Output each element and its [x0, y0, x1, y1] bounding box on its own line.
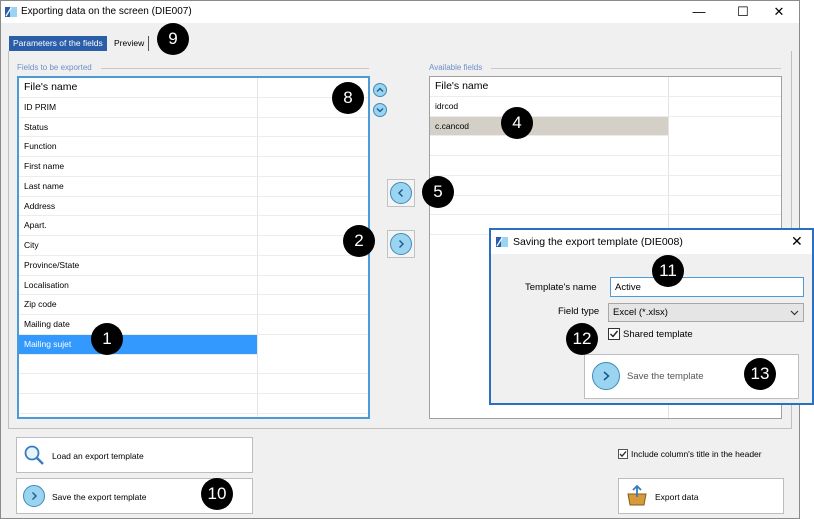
chevron-left-icon: [390, 182, 412, 204]
fields-to-export-label: Fields to be exported: [17, 63, 92, 72]
export-data-label: Export data: [655, 492, 699, 502]
list-item[interactable]: Function: [19, 137, 368, 157]
list-item[interactable]: Apart.: [19, 216, 368, 236]
save-template-label: Save the template: [627, 371, 704, 382]
empty-row: [19, 355, 368, 375]
include-titles-checkbox[interactable]: [618, 449, 628, 459]
empty-row: [19, 374, 368, 394]
window-title: Exporting data on the screen (DIE007): [21, 6, 192, 17]
save-export-template-label: Save the export template: [52, 492, 147, 502]
empty-row: [430, 176, 781, 196]
include-titles-label: Include column's title in the header: [631, 449, 762, 459]
dialog-title: Saving the export template (DIE008): [513, 236, 683, 248]
maximize-button[interactable]: ☐: [727, 1, 759, 23]
chevron-right-icon: [390, 233, 412, 255]
field-type-select[interactable]: Excel (*.xlsx): [608, 303, 804, 322]
list-item[interactable]: ID PRIM: [19, 98, 368, 118]
move-left-button[interactable]: [387, 179, 415, 207]
callout-marker: 10: [201, 478, 233, 510]
load-template-label: Load an export template: [52, 451, 144, 461]
tab-parameters[interactable]: Parameters of the fields: [9, 36, 107, 51]
app-icon: [5, 6, 17, 18]
list-header: File's name: [19, 78, 368, 98]
list-item[interactable]: Localisation: [19, 276, 368, 296]
list-item[interactable]: City: [19, 236, 368, 256]
checkmark-icon: [610, 330, 619, 338]
chevron-right-icon: [592, 362, 620, 390]
checkmark-icon: [619, 451, 627, 458]
empty-row: [430, 156, 781, 176]
chevron-down-icon: [790, 310, 799, 316]
list-item-selected[interactable]: Mailing sujet: [19, 334, 257, 355]
template-name-label: Template's name: [525, 282, 597, 293]
close-button[interactable]: ✕: [763, 1, 795, 23]
field-type-value: Excel (*.xlsx): [613, 307, 668, 318]
app-icon: [496, 236, 508, 248]
callout-marker: 13: [744, 358, 776, 390]
available-fields-label: Available fields: [429, 63, 483, 72]
empty-row: [19, 394, 368, 414]
list-item[interactable]: Province/State: [19, 256, 368, 276]
list-item[interactable]: Zip code: [19, 295, 368, 315]
template-name-value: Active: [615, 282, 641, 293]
divider: [491, 68, 781, 69]
divider: [101, 68, 369, 69]
empty-row: [430, 196, 781, 216]
tab-preview[interactable]: Preview: [110, 36, 150, 51]
list-item[interactable]: Address: [19, 197, 368, 217]
callout-marker: 12: [566, 323, 598, 355]
export-box-icon: [627, 485, 647, 506]
list-header: File's name: [430, 77, 781, 97]
callout-marker: 1: [91, 323, 123, 355]
template-name-input[interactable]: Active: [610, 277, 804, 297]
fields-to-export-list[interactable]: File's name ID PRIM Status Function Firs…: [17, 76, 370, 419]
chevron-right-icon: [23, 485, 45, 507]
shared-template-label: Shared template: [623, 329, 693, 340]
callout-marker: 9: [157, 23, 189, 55]
dialog-close-button[interactable]: ✕: [791, 233, 803, 250]
field-type-label: Field type: [558, 306, 600, 317]
load-template-button[interactable]: Load an export template: [16, 437, 253, 473]
callout-marker: 8: [332, 82, 364, 114]
chevron-up-icon: [376, 87, 384, 92]
list-item[interactable]: idrcod: [430, 97, 781, 117]
list-item[interactable]: Status: [19, 118, 368, 138]
callout-marker: 11: [652, 255, 684, 287]
export-data-button[interactable]: Export data: [618, 478, 784, 514]
list-item[interactable]: First name: [19, 157, 368, 177]
list-item[interactable]: Mailing date: [19, 315, 368, 335]
callout-marker: 2: [343, 225, 375, 257]
move-right-button[interactable]: [387, 230, 415, 258]
title-bar: Exporting data on the screen (DIE007) — …: [1, 1, 799, 23]
shared-template-checkbox[interactable]: [608, 328, 620, 340]
chevron-down-icon: [376, 108, 384, 113]
callout-marker: 5: [422, 176, 454, 208]
list-item[interactable]: Last name: [19, 177, 368, 197]
list-item-selected[interactable]: c.cancod: [430, 116, 668, 137]
magnifier-icon: [24, 445, 44, 465]
dialog-title-bar: Saving the export template (DIE008) ✕: [491, 230, 812, 254]
callout-marker: 4: [501, 107, 533, 139]
move-down-button[interactable]: [373, 103, 387, 117]
empty-row: [430, 136, 781, 156]
minimize-button[interactable]: —: [683, 1, 715, 23]
move-up-button[interactable]: [373, 83, 387, 97]
